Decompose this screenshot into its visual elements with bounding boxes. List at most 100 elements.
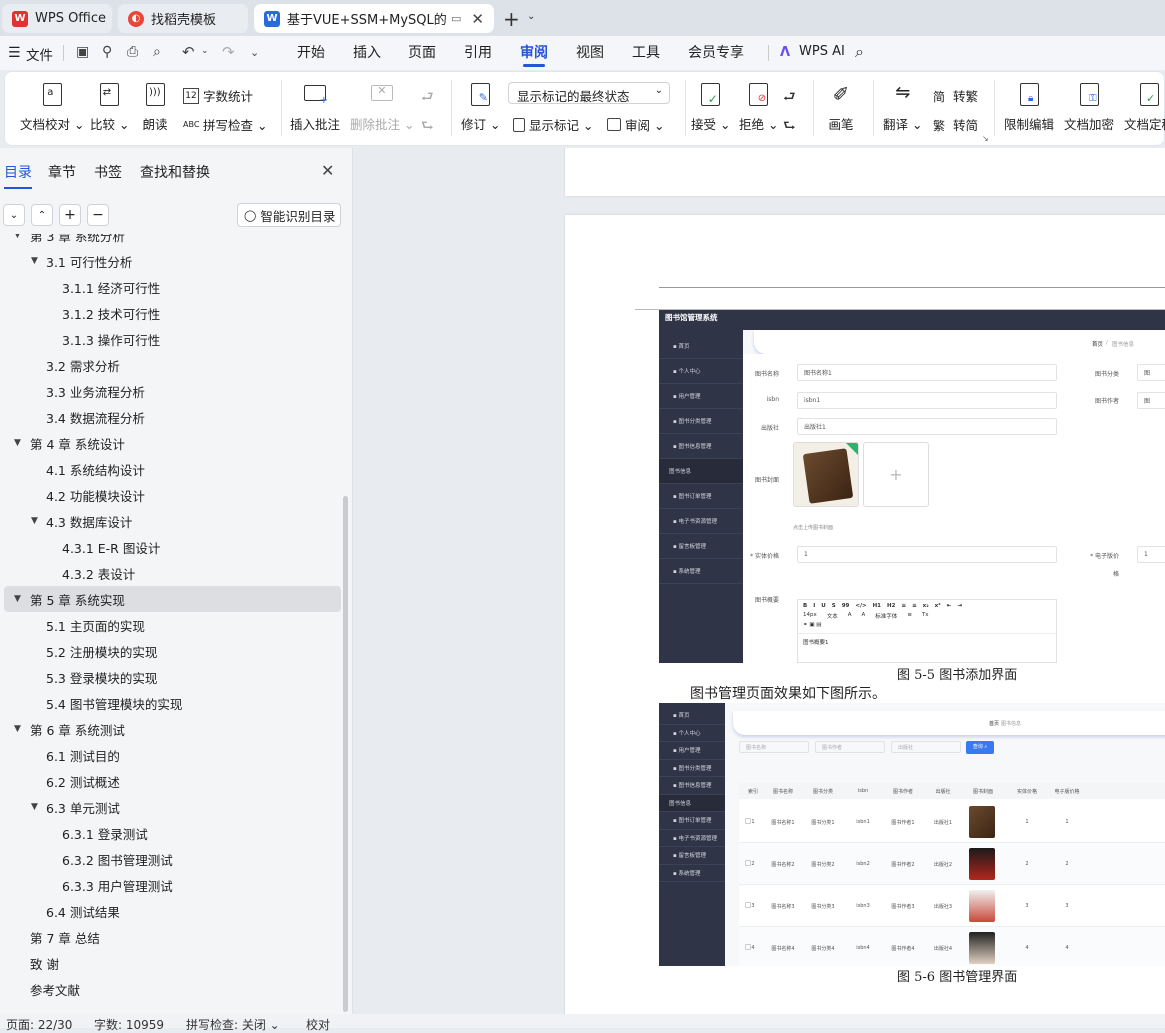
toc-item[interactable]: 5.2 注册模块的实现 — [0, 638, 345, 664]
toc-item[interactable]: ▼ 3.1 可行性分析 — [0, 248, 345, 274]
toc-item[interactable]: 4.3.2 表设计 — [0, 560, 345, 586]
translate-button[interactable]: ⇋ 翻译 ⌄ — [883, 82, 922, 133]
insert-comment-button[interactable]: + 插入批注 — [290, 82, 340, 133]
revise-button[interactable]: ✎ 修订 ⌄ — [461, 82, 500, 133]
file-menu[interactable]: 文件 — [26, 44, 53, 64]
body-paragraph[interactable]: 图书管理页面效果如下图所示。 — [690, 683, 886, 703]
menu-view[interactable]: 视图 — [576, 36, 604, 70]
toc-item[interactable]: 6.2 测试概述 — [0, 768, 345, 794]
expand-arrow-icon[interactable]: ▼ — [14, 594, 21, 604]
undo-dropdown-icon[interactable]: ⌄ — [201, 46, 209, 56]
delete-comment-button[interactable]: ✕ 删除批注 ⌄ — [350, 82, 414, 133]
accept-button[interactable]: ✓ 接受 ⌄ — [691, 82, 730, 133]
smart-toc-button[interactable]: ◯ 智能识别目录 — [237, 203, 341, 227]
print-icon[interactable]: ⎙ — [127, 44, 138, 60]
previous-revision-icon[interactable]: ⮐ — [783, 86, 796, 110]
word-count-button[interactable]: 12 字数统计 — [183, 86, 253, 105]
toc-item[interactable]: 6.3.3 用户管理测试 — [0, 872, 345, 898]
menu-page[interactable]: 页面 — [408, 36, 436, 70]
doc-check-button[interactable]: a 文档校对 ⌄ — [20, 82, 84, 133]
expand-arrow-icon[interactable]: ▼ — [31, 256, 38, 266]
toc-item[interactable]: 6.1 测试目的 — [0, 742, 345, 768]
toc-item[interactable]: 3.4 数据流程分析 — [0, 404, 345, 430]
menu-membership[interactable]: 会员专享 — [688, 36, 744, 70]
save-icon[interactable]: ▣ — [76, 44, 89, 60]
toc-scrollbar[interactable] — [343, 496, 348, 1012]
menu-review[interactable]: 审阅 — [520, 36, 548, 70]
tab-list-chevron-icon[interactable]: ⌄ — [527, 11, 535, 22]
expand-arrow-icon[interactable]: ▼ — [31, 802, 38, 812]
toc-item[interactable]: 3.1.3 操作可行性 — [0, 326, 345, 352]
toc-item[interactable]: ▼ 第 4 章 系统设计 — [0, 430, 345, 456]
toc-item[interactable]: 6.3.1 登录测试 — [0, 820, 345, 846]
toc-item[interactable]: 5.3 登录模块的实现 — [0, 664, 345, 690]
toc-item[interactable]: 6.4 测试结果 — [0, 898, 345, 924]
compare-button[interactable]: ⇄ 比较 ⌄ — [90, 82, 129, 133]
word-count[interactable]: 字数: 10959 — [94, 1016, 164, 1033]
toc-item[interactable]: 4.3.1 E-R 图设计 — [0, 534, 345, 560]
menu-tools[interactable]: 工具 — [632, 36, 660, 70]
menu-insert[interactable]: 插入 — [353, 36, 381, 70]
toc-item[interactable]: ▼ 第 3 章 系统分析 — [0, 234, 345, 248]
expand-up-button[interactable]: ⌃ — [31, 204, 53, 226]
toc-item[interactable]: 4.2 功能模块设计 — [0, 482, 345, 508]
wps-ai-button[interactable]: WPS AI — [799, 44, 845, 59]
toc-item[interactable]: 第 7 章 总结 — [0, 924, 345, 950]
remove-heading-button[interactable]: − — [87, 204, 109, 226]
add-heading-button[interactable]: + — [59, 204, 81, 226]
markup-state-select[interactable]: 显示标记的最终状态 ⌄ — [508, 82, 670, 104]
tab-find-replace[interactable]: 查找和替换 — [140, 162, 210, 182]
toc-item[interactable]: 6.3.2 图书管理测试 — [0, 846, 345, 872]
encrypt-button[interactable]: ⚿ 文档加密 — [1064, 82, 1114, 133]
toc-item[interactable]: ▼ 第 6 章 系统测试 — [0, 716, 345, 742]
finalize-button[interactable]: ✓ 文档定稿 — [1124, 82, 1165, 133]
toc-item[interactable]: 参考文献 — [0, 976, 345, 1002]
proofread-status[interactable]: 校对 — [306, 1016, 330, 1033]
expand-arrow-icon[interactable]: ▼ — [31, 516, 38, 526]
show-markup-button[interactable]: 显示标记 ⌄ — [513, 115, 593, 134]
toc-item[interactable]: 5.1 主页面的实现 — [0, 612, 345, 638]
wps-ai-icon[interactable]: ᐱ — [780, 45, 790, 60]
expand-launcher-icon[interactable]: ↘ — [982, 134, 989, 143]
expand-arrow-icon[interactable]: ▼ — [14, 234, 21, 240]
format-painter-icon[interactable]: ⌕ — [153, 44, 161, 60]
toc-item[interactable]: 3.1.1 经济可行性 — [0, 274, 345, 300]
toc-item[interactable]: ▼ 4.3 数据库设计 — [0, 508, 345, 534]
menu-home[interactable]: 开始 — [297, 36, 325, 70]
tab-chapters[interactable]: 章节 — [48, 162, 76, 182]
tab-template[interactable]: ◐ 找稻壳模板 — [118, 4, 248, 33]
current-page[interactable]: 图书馆管理系统 ▪ 首页 ▪ 个人中心 ▪ 用户管理 ▪ 图书分类管理 ▪ 图书信息管理… — [565, 215, 1165, 1014]
toc-item[interactable]: 3.2 需求分析 — [0, 352, 345, 378]
new-tab-plus-icon[interactable]: + — [503, 7, 520, 31]
spell-check-button[interactable]: ABC 拼写检查 ⌄ — [183, 115, 267, 134]
menu-reference[interactable]: 引用 — [464, 36, 492, 70]
expand-arrow-icon[interactable]: ▼ — [14, 438, 21, 448]
tab-toc[interactable]: 目录 — [4, 162, 32, 189]
close-pane-icon[interactable]: ✕ — [321, 161, 334, 180]
previous-comment-icon[interactable]: ⮐ — [421, 86, 434, 110]
hamburger-icon[interactable]: ☰ — [8, 45, 21, 61]
pen-button[interactable]: ✐ 画笔 — [828, 82, 854, 133]
redo-icon[interactable]: ↷ — [222, 43, 235, 61]
reject-button[interactable]: ⊘ 拒绝 ⌄ — [739, 82, 778, 133]
tab-wps-office[interactable]: W WPS Office — [2, 4, 112, 33]
more-chevron-icon[interactable]: ⌄ — [250, 46, 259, 59]
to-simplified-button[interactable]: 繁 转简 — [933, 115, 978, 134]
tab-document[interactable]: W 基于VUE+SSM+MySQL的图 ▭ ✕ — [254, 4, 494, 33]
restrict-edit-button[interactable]: 🔒︎ 限制编辑 — [1004, 82, 1054, 133]
tab-bookmarks[interactable]: 书签 — [94, 162, 122, 182]
output-icon[interactable]: ⚲ — [102, 44, 112, 60]
collapse-all-button[interactable]: ⌄ — [3, 204, 25, 226]
next-revision-icon[interactable]: ⮑ — [783, 115, 796, 139]
toc-item[interactable]: 致 谢 — [0, 950, 345, 976]
search-icon[interactable]: ⌕ — [855, 42, 864, 62]
to-traditional-button[interactable]: 简 转繁 — [933, 86, 978, 105]
review-pane-button[interactable]: 审阅 ⌄ — [607, 115, 664, 134]
next-comment-icon[interactable]: ⮑ — [421, 115, 434, 139]
toc-item[interactable]: ▼ 第 5 章 系统实现 — [4, 586, 341, 612]
toc-item[interactable]: ▼ 6.3 单元测试 — [0, 794, 345, 820]
undo-icon[interactable]: ↶ — [182, 43, 195, 61]
read-aloud-button[interactable]: ))) 朗读 — [142, 82, 168, 133]
page-indicator[interactable]: 页面: 22/30 — [6, 1016, 72, 1033]
toc-item[interactable]: 5.4 图书管理模块的实现 — [0, 690, 345, 716]
